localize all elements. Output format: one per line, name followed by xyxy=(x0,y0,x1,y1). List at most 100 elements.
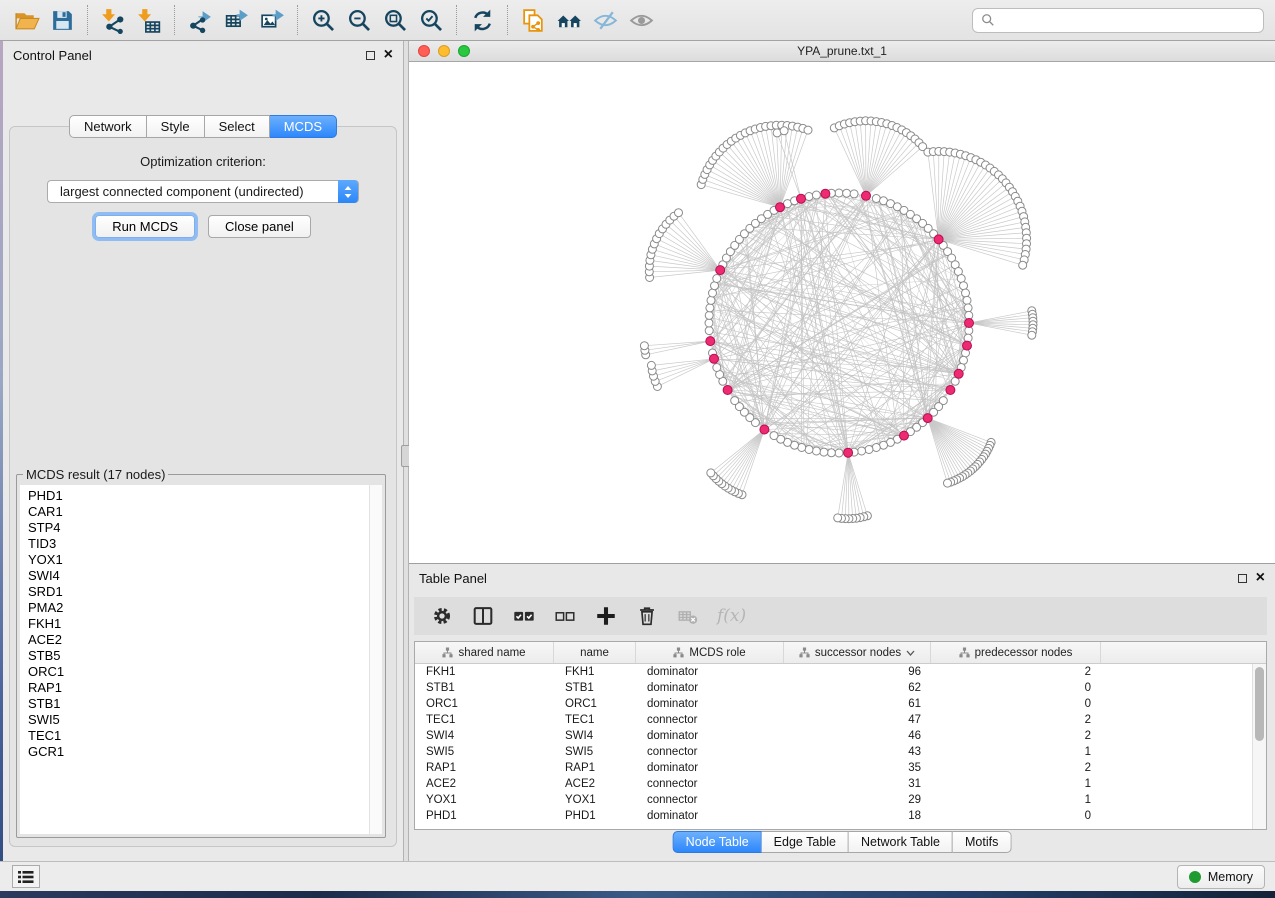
maximize-window-icon[interactable] xyxy=(458,45,470,57)
close-panel-icon[interactable]: × xyxy=(1256,573,1265,583)
table-cell[interactable]: 2 xyxy=(931,664,1101,680)
table-cell[interactable]: STB1 xyxy=(554,680,636,696)
table-scrollbar[interactable] xyxy=(1252,664,1266,829)
close-panel-button[interactable]: Close panel xyxy=(208,215,311,238)
table-row[interactable]: SWI5SWI5connector431 xyxy=(415,744,1266,760)
float-panel-icon[interactable] xyxy=(366,51,375,60)
memory-button[interactable]: Memory xyxy=(1177,865,1265,889)
table-cell[interactable]: 0 xyxy=(931,680,1101,696)
task-history-button[interactable] xyxy=(12,865,40,888)
tab-style[interactable]: Style xyxy=(147,115,205,138)
table-cell[interactable]: SWI5 xyxy=(415,744,554,760)
mcds-result-item[interactable]: STB1 xyxy=(28,696,382,712)
table-cell[interactable]: connector xyxy=(636,712,784,728)
column-header-predecessor-nodes[interactable]: predecessor nodes xyxy=(931,642,1101,663)
table-scrollbar-thumb[interactable] xyxy=(1255,667,1264,741)
unselect-all-icon[interactable] xyxy=(553,604,577,628)
mcds-result-item[interactable]: STP4 xyxy=(28,520,382,536)
show-columns-icon[interactable] xyxy=(471,604,495,628)
mcds-result-item[interactable]: CAR1 xyxy=(28,504,382,520)
delete-icon[interactable] xyxy=(635,604,659,628)
table-cell[interactable]: 2 xyxy=(931,760,1101,776)
export-table-button[interactable] xyxy=(218,4,254,36)
table-row[interactable]: FKH1FKH1dominator962 xyxy=(415,664,1266,680)
table-cell[interactable]: 1 xyxy=(931,776,1101,792)
table-cell[interactable]: ORC1 xyxy=(415,696,554,712)
close-window-icon[interactable] xyxy=(418,45,430,57)
table-cell[interactable]: 29 xyxy=(784,792,931,808)
table-cell[interactable]: 35 xyxy=(784,760,931,776)
table-cell[interactable]: 43 xyxy=(784,744,931,760)
criterion-select[interactable]: largest connected component (undirected) xyxy=(47,180,359,203)
table-cell[interactable]: FKH1 xyxy=(554,664,636,680)
export-network-button[interactable] xyxy=(182,4,218,36)
table-cell[interactable]: 61 xyxy=(784,696,931,712)
table-cell[interactable]: TEC1 xyxy=(415,712,554,728)
table-cell[interactable]: 46 xyxy=(784,728,931,744)
table-cell[interactable]: 96 xyxy=(784,664,931,680)
table-cell[interactable]: dominator xyxy=(636,728,784,744)
mcds-result-listbox[interactable]: PHD1CAR1STP4TID3YOX1SWI4SRD1PMA2FKH1ACE2… xyxy=(20,485,382,834)
zoom-selected-button[interactable] xyxy=(413,4,449,36)
table-row[interactable]: RAP1RAP1dominator352 xyxy=(415,760,1266,776)
table-cell[interactable]: connector xyxy=(636,792,784,808)
mcds-result-item[interactable]: GCR1 xyxy=(28,744,382,760)
float-panel-icon[interactable] xyxy=(1238,574,1247,583)
gear-icon[interactable] xyxy=(430,604,454,628)
minimize-window-icon[interactable] xyxy=(438,45,450,57)
table-cell[interactable]: dominator xyxy=(636,760,784,776)
clone-network-button[interactable] xyxy=(515,4,551,36)
table-cell[interactable]: YOX1 xyxy=(415,792,554,808)
table-cell[interactable]: 47 xyxy=(784,712,931,728)
column-header-mcds-role[interactable]: MCDS role xyxy=(636,642,784,663)
table-cell[interactable]: connector xyxy=(636,744,784,760)
tab-network[interactable]: Network xyxy=(69,115,147,138)
table-cell[interactable]: ACE2 xyxy=(554,776,636,792)
mcds-result-item[interactable]: SRD1 xyxy=(28,584,382,600)
table-cell[interactable]: dominator xyxy=(636,696,784,712)
table-cell[interactable]: 31 xyxy=(784,776,931,792)
mcds-result-item[interactable]: SWI4 xyxy=(28,568,382,584)
refresh-button[interactable] xyxy=(464,4,500,36)
table-cell[interactable]: FKH1 xyxy=(415,664,554,680)
table-cell[interactable]: dominator xyxy=(636,680,784,696)
table-row[interactable]: STB1STB1dominator620 xyxy=(415,680,1266,696)
tab-edge-table[interactable]: Edge Table xyxy=(762,831,849,853)
mcds-result-item[interactable]: FKH1 xyxy=(28,616,382,632)
mcds-result-item[interactable]: ORC1 xyxy=(28,664,382,680)
table-row[interactable]: YOX1YOX1connector291 xyxy=(415,792,1266,808)
column-header-name[interactable]: name xyxy=(554,642,636,663)
table-cell[interactable]: ORC1 xyxy=(554,696,636,712)
table-cell[interactable]: 0 xyxy=(931,696,1101,712)
column-header-shared-name[interactable]: shared name xyxy=(415,642,554,663)
tab-network-table[interactable]: Network Table xyxy=(849,831,953,853)
table-cell[interactable]: dominator xyxy=(636,664,784,680)
tab-motifs[interactable]: Motifs xyxy=(953,831,1011,853)
table-cell[interactable]: PHD1 xyxy=(554,808,636,824)
list-scrollbar[interactable] xyxy=(369,485,382,834)
table-cell[interactable]: 1 xyxy=(931,744,1101,760)
table-cell[interactable]: PHD1 xyxy=(415,808,554,824)
table-row[interactable]: ORC1ORC1dominator610 xyxy=(415,696,1266,712)
table-cell[interactable]: dominator xyxy=(636,808,784,824)
save-session-button[interactable] xyxy=(44,4,80,36)
table-cell[interactable]: SWI4 xyxy=(415,728,554,744)
run-mcds-button[interactable]: Run MCDS xyxy=(95,215,195,238)
table-cell[interactable]: 0 xyxy=(931,808,1101,824)
tab-select[interactable]: Select xyxy=(205,115,270,138)
network-titlebar[interactable]: YPA_prune.txt_1 xyxy=(409,41,1275,62)
delete-table-icon[interactable] xyxy=(676,604,700,628)
zoom-in-button[interactable] xyxy=(305,4,341,36)
mcds-result-item[interactable]: SWI5 xyxy=(28,712,382,728)
table-cell[interactable]: 62 xyxy=(784,680,931,696)
zoom-out-button[interactable] xyxy=(341,4,377,36)
open-file-button[interactable] xyxy=(8,4,44,36)
table-cell[interactable]: connector xyxy=(636,776,784,792)
table-row[interactable]: PHD1PHD1dominator180 xyxy=(415,808,1266,824)
import-network-button[interactable] xyxy=(95,4,131,36)
select-all-icon[interactable] xyxy=(512,604,536,628)
import-table-button[interactable] xyxy=(131,4,167,36)
mcds-result-item[interactable]: STB5 xyxy=(28,648,382,664)
function-builder-icon[interactable]: f(x) xyxy=(717,606,746,626)
hide-selected-button[interactable] xyxy=(587,4,623,36)
